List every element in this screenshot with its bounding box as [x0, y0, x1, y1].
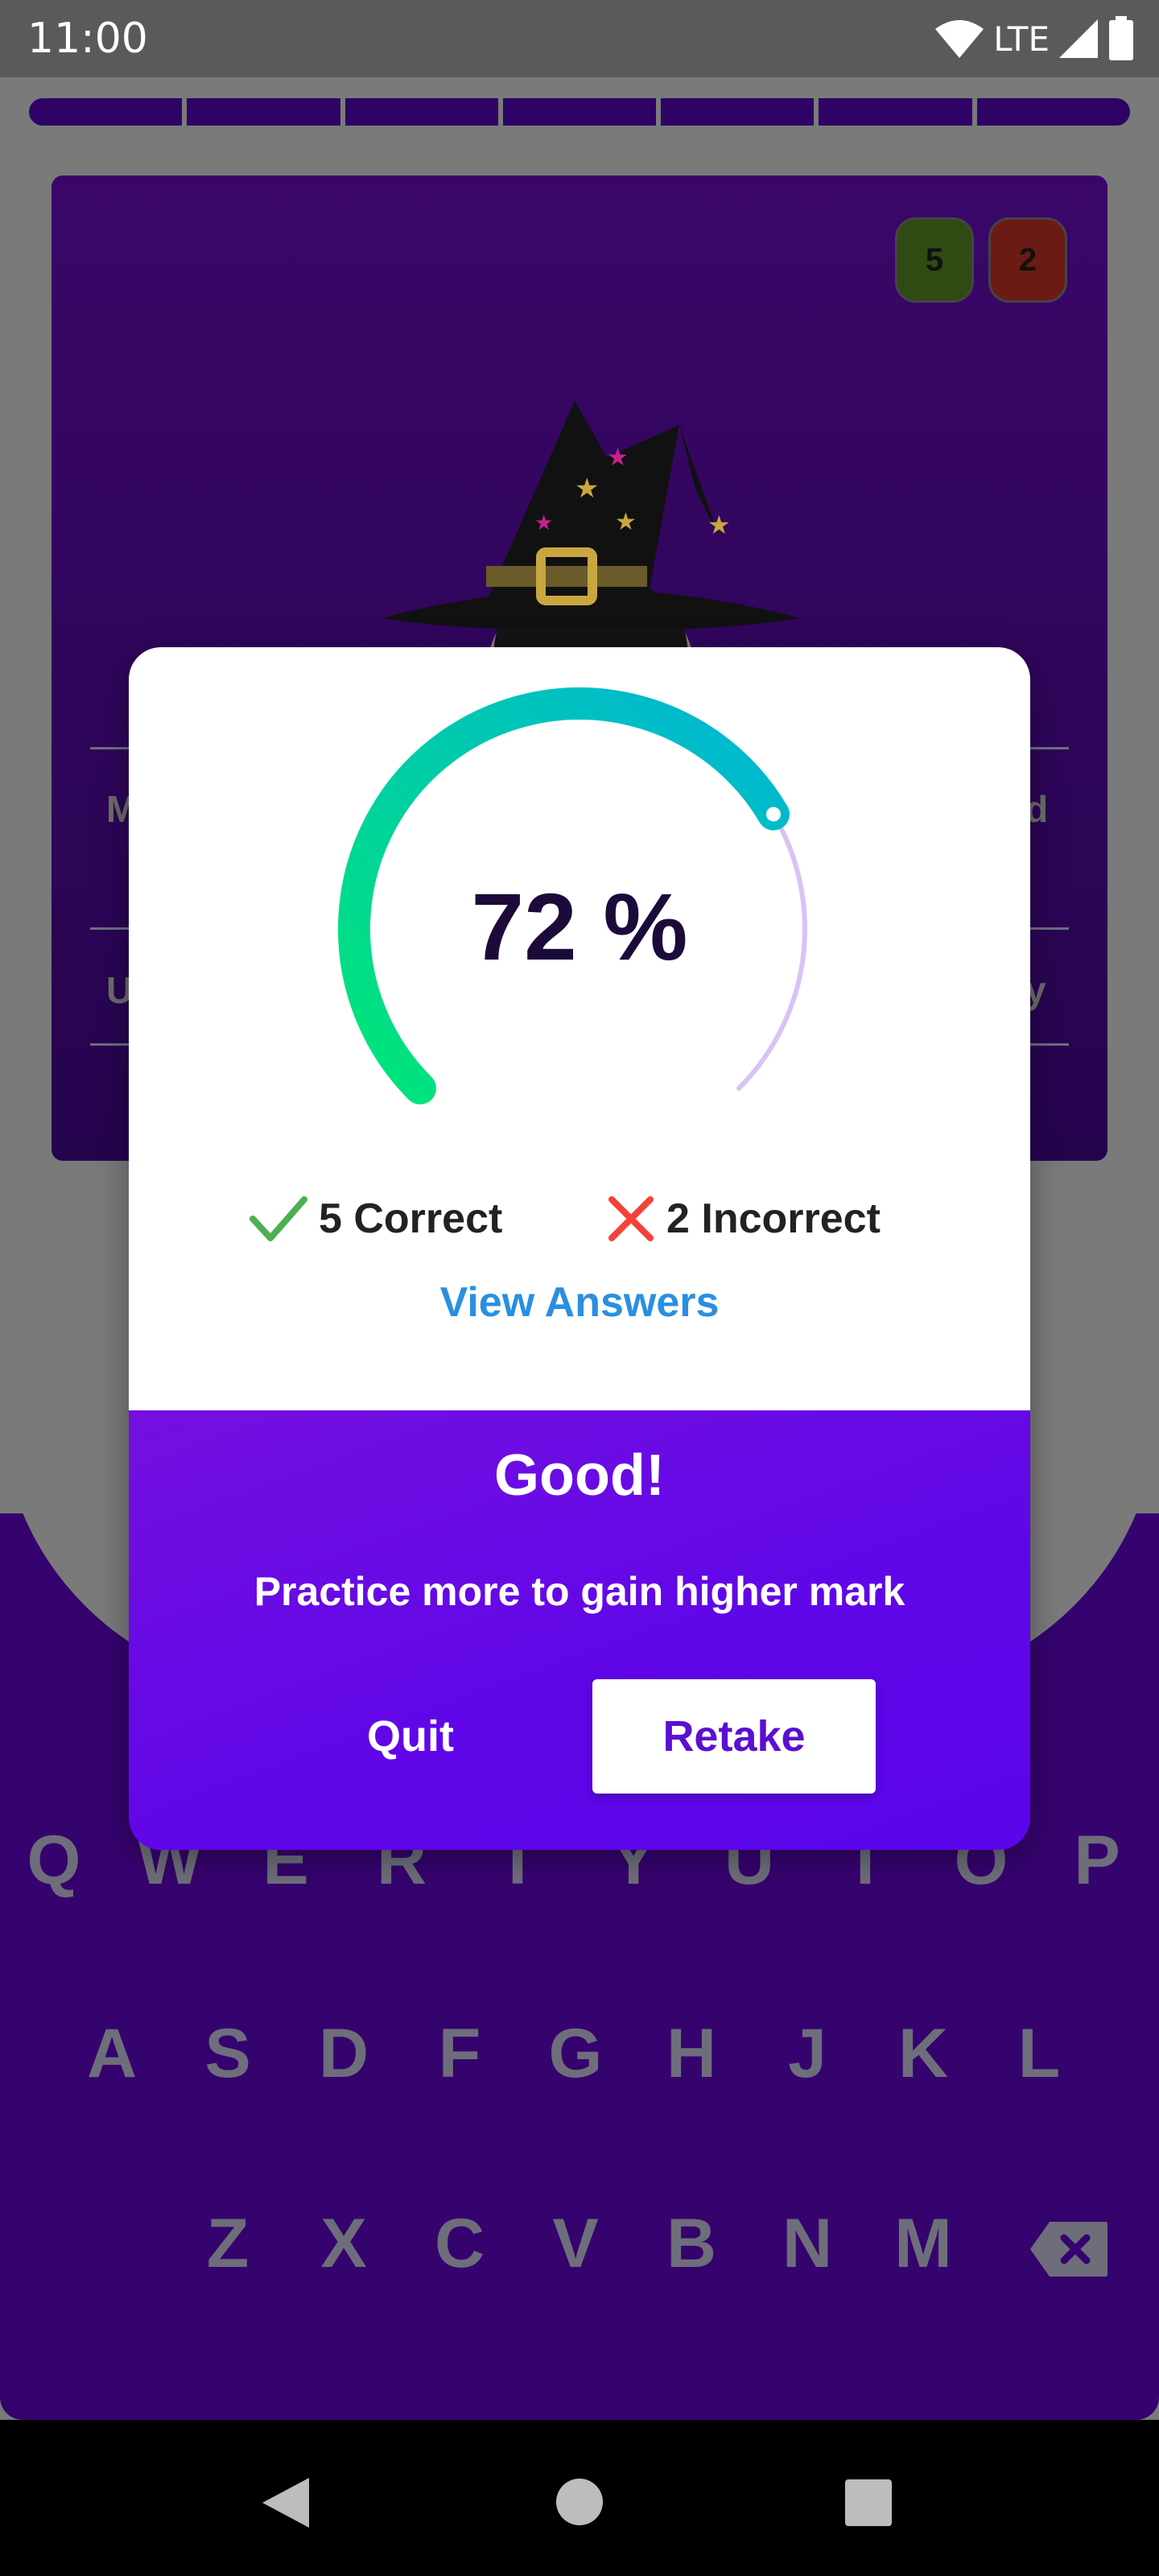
correct-count-badge: 5 [895, 217, 974, 303]
correct-label: 5 Correct [319, 1195, 503, 1242]
progress-segment [344, 98, 498, 126]
result-feedback-panel: Good! Practice more to gain higher mark … [129, 1410, 1030, 1850]
answer-tally: 5 Correct 2 Incorrect [129, 1179, 1030, 1259]
key-p[interactable]: P [1053, 1821, 1141, 1901]
navigation-bar [0, 2420, 1159, 2576]
key-q[interactable]: Q [10, 1821, 98, 1901]
progress-segment [661, 98, 815, 126]
status-icons: LTE [934, 14, 1135, 63]
advice-text: Practice more to gain higher mark [254, 1569, 905, 1614]
checkmark-icon [250, 1196, 307, 1241]
status-time: 11:00 [27, 14, 148, 63]
key-g[interactable]: G [531, 2014, 620, 2094]
status-bar: 11:00 LTE [0, 0, 1159, 77]
key-f[interactable]: F [415, 2014, 504, 2094]
progress-segment [976, 98, 1130, 126]
key-m[interactable]: M [879, 2204, 967, 2284]
result-dialog: 72 % 5 Correct 2 Incorrect View Answers … [129, 647, 1030, 1850]
score-percent: 72 % [471, 874, 688, 980]
key-k[interactable]: K [879, 2014, 967, 2094]
svg-text:★: ★ [534, 511, 553, 535]
signal-icon [1059, 19, 1098, 58]
recents-nav-icon[interactable] [843, 2478, 893, 2528]
key-c[interactable]: C [415, 2204, 504, 2284]
progress-segment [187, 98, 340, 126]
quiz-progress-bar [29, 98, 1130, 126]
retake-button[interactable]: Retake [592, 1679, 876, 1794]
backspace-icon[interactable] [1029, 2220, 1109, 2278]
key-h[interactable]: H [647, 2014, 736, 2094]
key-x[interactable]: X [299, 2204, 388, 2284]
progress-segment [819, 98, 972, 126]
wifi-icon [935, 20, 984, 58]
svg-text:★: ★ [707, 510, 731, 540]
key-n[interactable]: N [763, 2204, 852, 2284]
svg-text:★: ★ [607, 444, 629, 472]
wrong-count-badge: 2 [988, 217, 1067, 303]
battery-icon [1109, 16, 1133, 60]
back-nav-icon[interactable] [259, 2475, 312, 2531]
result-summary-panel: 72 % 5 Correct 2 Incorrect View Answers [129, 647, 1030, 1410]
progress-segment [502, 98, 657, 126]
quit-button[interactable]: Quit [330, 1679, 491, 1794]
key-b[interactable]: B [647, 2204, 736, 2284]
progress-segment [29, 98, 183, 126]
verdict-title: Good! [494, 1443, 665, 1508]
key-a[interactable]: A [68, 2014, 156, 2094]
key-s[interactable]: S [184, 2014, 272, 2094]
home-nav-icon[interactable] [554, 2476, 605, 2528]
key-v[interactable]: V [531, 2204, 620, 2284]
correct-tally: 5 Correct [250, 1179, 502, 1259]
svg-text:★: ★ [615, 508, 637, 536]
network-type: LTE [993, 19, 1050, 59]
key-l[interactable]: L [995, 2014, 1083, 2094]
gauge-knob [766, 807, 782, 822]
key-z[interactable]: Z [184, 2204, 272, 2284]
incorrect-tally: 2 Incorrect [607, 1179, 881, 1259]
key-j[interactable]: J [763, 2014, 852, 2094]
svg-text:★: ★ [575, 473, 599, 505]
view-answers-link[interactable]: View Answers [129, 1278, 1030, 1327]
cross-icon [608, 1196, 654, 1241]
incorrect-label: 2 Incorrect [666, 1195, 881, 1242]
key-d[interactable]: D [299, 2014, 388, 2094]
